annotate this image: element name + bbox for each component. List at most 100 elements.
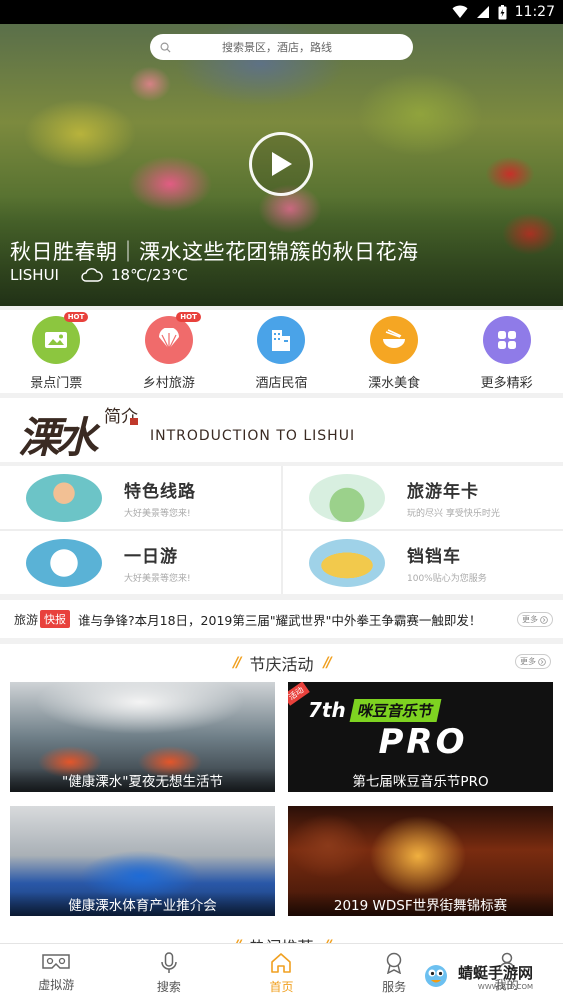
seal-stamp-icon	[130, 418, 138, 425]
lishui-intro-banner[interactable]: 溧水 简介 INTRODUCTION TO LISHUI	[0, 398, 563, 462]
poster-brand: 咪豆音乐节	[349, 698, 442, 722]
bowl-icon	[383, 329, 406, 348]
category-circle: HOT	[144, 312, 201, 364]
hot-badge: HOT	[176, 312, 201, 322]
category-food[interactable]: 溧水美食	[338, 310, 451, 393]
home-icon	[271, 953, 292, 973]
category-label: 酒店民宿	[255, 376, 308, 391]
festival-card[interactable]: 2019 WDSF世界街舞锦标赛	[288, 806, 553, 916]
watermark: 蜻蜓手游网 WWW.QT6.COM	[418, 960, 533, 992]
hero-title: 秋日胜春朝｜溧水这些花团锦簇的秋日花海	[10, 240, 419, 264]
category-rural-tourism[interactable]: HOT 乡村旅游	[113, 310, 226, 393]
ticker-tag: 快报	[40, 610, 71, 628]
feature-title: 特色线路	[124, 481, 196, 502]
ticker-source: 旅游	[14, 612, 39, 627]
festival-more-button[interactable]: 更多	[515, 654, 551, 669]
feature-subtitle: 大好美景等您来!	[124, 508, 191, 519]
calendar-illustration-icon	[26, 538, 102, 587]
section-title: 节庆活动	[249, 655, 314, 674]
nav-label: 首页	[269, 980, 294, 994]
feature-title: 旅游年卡	[407, 481, 479, 502]
category-bar: HOT 景点门票 HOT 乡村旅游 酒店民宿 溧水美食 更多精彩	[0, 310, 563, 393]
feature-special-routes[interactable]: 特色线路 大好美景等您来!	[0, 466, 280, 529]
poster-edition: 7th	[308, 698, 346, 722]
play-video-button[interactable]	[249, 132, 313, 196]
slash-decoration-icon: //	[323, 655, 332, 671]
traveler-illustration-icon	[26, 473, 102, 522]
festival-card[interactable]: 健康溧水体育产业推介会	[10, 806, 275, 916]
intro-english-title: INTRODUCTION TO LISHUI	[150, 428, 356, 444]
nav-label: 虚拟游	[38, 978, 75, 992]
feature-tram[interactable]: 铛铛车 100%贴心为您服务	[283, 531, 563, 594]
feature-grid: 特色线路 大好美景等您来! 旅游年卡 玩的尽兴 享受快乐时光 一日游 大好美景等…	[0, 466, 563, 594]
section-header: // 节庆活动 //	[0, 648, 563, 678]
card-caption: 2019 WDSF世界街舞锦标赛	[288, 892, 553, 916]
nav-virtual-tour[interactable]: 虚拟游	[0, 944, 113, 1000]
card-caption: "健康溧水"夏夜无想生活节	[10, 768, 275, 792]
news-ticker[interactable]: 旅游 快报 谁与争锋?本月18日，2019第三届"耀武世界"中外拳王争霸赛一触即…	[0, 600, 563, 638]
chevron-right-icon	[540, 615, 548, 624]
watermark-text: 蜻蜓手游网	[458, 963, 534, 982]
more-label: 更多	[520, 657, 536, 666]
play-icon	[272, 152, 292, 176]
ticket-icon	[45, 332, 68, 348]
feature-title: 一日游	[124, 546, 178, 567]
hero-banner[interactable]: 搜索景区，酒店，路线 秋日胜春朝｜溧水这些花团锦簇的秋日花海 LISHUI 18…	[0, 24, 563, 306]
slash-decoration-icon: //	[233, 655, 241, 671]
hot-badge: HOT	[63, 312, 89, 322]
event-badge: 活动	[288, 682, 310, 706]
festival-section: // 节庆活动 // 更多 "健康溧水"夏夜无想生活节 活动 7th 咪豆音乐节…	[0, 644, 563, 929]
category-hotels[interactable]: 酒店民宿	[225, 310, 338, 393]
feature-subtitle: 玩的尽兴 享受快乐时光	[407, 508, 500, 519]
nav-label: 服务	[382, 980, 407, 994]
search-placeholder: 搜索景区，酒店，路线	[222, 41, 332, 54]
feature-title: 铛铛车	[407, 546, 461, 567]
music-festival-poster: 7th 咪豆音乐节 PRO	[308, 698, 538, 766]
category-circle	[257, 316, 306, 364]
battery-icon	[498, 4, 507, 19]
category-tickets[interactable]: HOT 景点门票	[0, 310, 113, 393]
feature-annual-card[interactable]: 旅游年卡 玩的尽兴 享受快乐时光	[283, 466, 563, 529]
festival-card[interactable]: 活动 7th 咪豆音乐节 PRO 第七届咪豆音乐节PRO	[288, 682, 553, 792]
microphone-icon	[161, 952, 177, 973]
building-icon	[272, 330, 291, 351]
award-icon	[386, 952, 402, 974]
card-caption: 第七届咪豆音乐节PRO	[352, 774, 489, 790]
category-circle	[482, 316, 531, 364]
feature-day-trip[interactable]: 一日游 大好美景等您来!	[0, 531, 280, 594]
category-circle	[370, 316, 419, 364]
intro-calligraphy: 溧水	[18, 413, 98, 462]
category-label: 景点门票	[30, 376, 83, 391]
ticker-more-button[interactable]: 更多	[517, 612, 553, 627]
ticker-headline[interactable]: 谁与争锋?本月18日，2019第三届"耀武世界"中外拳王争霸赛一触即发！	[78, 610, 503, 629]
dragonfly-mascot-icon	[425, 965, 447, 987]
nav-search[interactable]: 搜索	[113, 944, 226, 1000]
festival-card[interactable]: "健康溧水"夏夜无想生活节	[10, 682, 275, 792]
watermark-url: WWW.QT6.COM	[477, 982, 534, 991]
category-more[interactable]: 更多精彩	[450, 310, 563, 393]
status-time: 11:27	[514, 4, 555, 20]
vr-icon	[42, 954, 71, 969]
more-label: 更多	[522, 615, 538, 624]
search-bar[interactable]: 搜索景区，酒店，路线	[150, 34, 413, 60]
card-caption: 健康溧水体育产业推介会	[10, 892, 275, 916]
search-icon	[160, 42, 171, 53]
feature-subtitle: 100%贴心为您服务	[407, 573, 487, 584]
nav-home[interactable]: 首页	[225, 944, 338, 1000]
signal-icon	[476, 6, 489, 18]
category-circle: HOT	[32, 312, 89, 364]
feature-subtitle: 大好美景等您来!	[124, 573, 191, 584]
hero-location: LISHUI	[10, 266, 59, 284]
grid-icon	[497, 331, 516, 349]
nature-card-illustration-icon	[309, 473, 385, 522]
poster-pro: PRO	[378, 722, 468, 762]
category-label: 乡村旅游	[142, 376, 195, 391]
wifi-icon	[452, 5, 468, 18]
hero-meta: LISHUI 18℃/23℃	[10, 266, 188, 284]
tram-illustration-icon	[309, 538, 385, 587]
category-label: 更多精彩	[480, 376, 533, 391]
nav-label: 搜索	[156, 980, 181, 994]
category-label: 溧水美食	[368, 376, 421, 391]
fan-icon	[158, 328, 179, 350]
status-bar: 11:27	[0, 0, 563, 24]
